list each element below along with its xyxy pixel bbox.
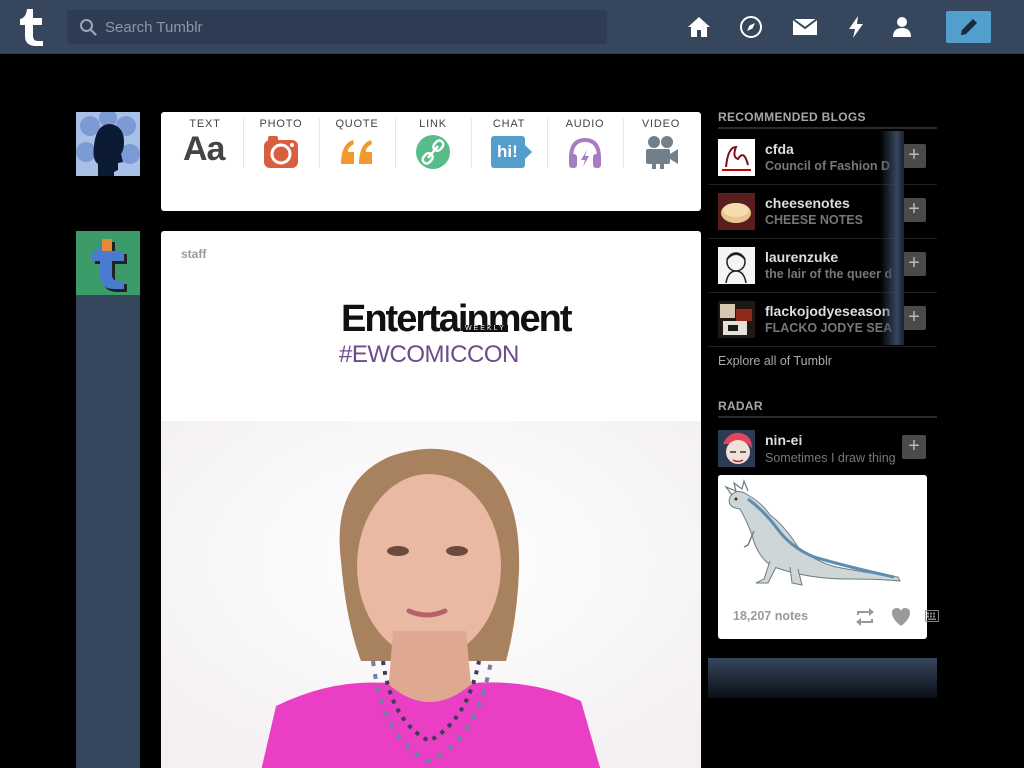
top-navigation-bar — [0, 0, 1024, 54]
radar-post-notes[interactable]: 18,207 notes — [733, 609, 808, 623]
radar-heading: RADAR — [718, 399, 937, 418]
activity-lightning-icon[interactable] — [843, 14, 869, 40]
post-type-video-button[interactable]: VIDEO — [623, 112, 699, 211]
search-input[interactable] — [105, 10, 595, 44]
blog-name[interactable]: laurenzuke — [765, 249, 838, 265]
post-type-photo-button[interactable]: PHOTO — [243, 112, 319, 211]
explore-all-link[interactable]: Explore all of Tumblr — [718, 354, 832, 368]
follow-blog-button[interactable]: + — [902, 198, 926, 222]
headphones-icon — [569, 137, 601, 168]
follow-blog-button[interactable]: + — [902, 306, 926, 330]
user-avatar[interactable] — [76, 112, 140, 176]
post-type-audio-button[interactable]: AUDIO — [547, 112, 623, 211]
blog-name[interactable]: flackojodyeseason — [765, 303, 890, 319]
post-type-chat-button[interactable]: CHAT hi! — [471, 112, 547, 211]
radar-post-card[interactable]: 18,207 notes — [718, 475, 927, 639]
radar-blog-row[interactable]: nin-ei Sometimes I draw thing + — [708, 428, 937, 470]
ew-hashtag: #EWCOMICCON — [339, 341, 519, 368]
post-author-name[interactable]: staff — [181, 247, 206, 261]
recommended-blogs-heading: RECOMMENDED BLOGS — [718, 110, 937, 129]
post-type-label: TEXT — [189, 118, 221, 130]
post-type-label: CHAT — [492, 118, 526, 130]
radar-blog-title: Sometimes I draw thing — [765, 451, 896, 465]
blog-name[interactable]: cheesenotes — [765, 195, 850, 211]
post-type-label: AUDIO — [565, 118, 605, 130]
post-type-text-button[interactable]: TEXT Aa — [167, 112, 243, 211]
follow-blog-button[interactable]: + — [902, 252, 926, 276]
explore-compass-icon[interactable] — [738, 14, 764, 40]
account-person-icon[interactable] — [889, 14, 915, 40]
dashboard-post: staff Entertainment WEEKLY #EWCOMICCON — [161, 231, 701, 768]
compose-post-button[interactable] — [946, 11, 991, 43]
search-icon — [80, 19, 97, 36]
inbox-mail-icon[interactable] — [792, 14, 818, 40]
follow-blog-button[interactable]: + — [902, 144, 926, 168]
search-box[interactable] — [67, 10, 607, 44]
video-camera-icon — [646, 136, 678, 169]
text-aa-icon: Aa — [183, 130, 225, 168]
follow-radar-blog-button[interactable]: + — [902, 435, 926, 459]
radar-blog-name[interactable]: nin-ei — [765, 432, 802, 448]
post-type-label: LINK — [419, 118, 447, 130]
pencil-icon — [960, 19, 977, 35]
like-heart-icon[interactable] — [890, 606, 912, 628]
staff-avatar-rail — [76, 295, 140, 768]
radar-blog-avatar[interactable] — [718, 430, 755, 467]
ew-weekly-text: WEEKLY — [463, 325, 508, 332]
post-photo-image[interactable] — [161, 421, 701, 768]
scroll-shadow — [880, 131, 904, 345]
tumblr-logo-icon[interactable] — [14, 6, 52, 48]
quote-icon — [341, 140, 372, 164]
post-type-label: QUOTE — [335, 118, 379, 130]
chat-bubble-icon: hi! — [491, 136, 532, 168]
link-icon — [416, 135, 450, 169]
keyboard-shortcuts-icon[interactable] — [925, 610, 939, 622]
camera-icon — [264, 136, 298, 168]
staff-avatar[interactable] — [76, 231, 140, 295]
ew-brand-text: Entertainment — [341, 298, 572, 340]
post-type-selector: TEXT Aa PHOTO QUOTE LINK CHAT hi! AUDIO … — [161, 112, 701, 211]
blog-name[interactable]: cfda — [765, 141, 794, 157]
chat-hi-text: hi! — [497, 142, 518, 161]
post-type-quote-button[interactable]: QUOTE — [319, 112, 395, 211]
blog-avatar-cheesenotes[interactable] — [718, 193, 755, 230]
post-type-label: VIDEO — [641, 118, 681, 130]
post-type-label: PHOTO — [259, 118, 303, 130]
blog-avatar-laurenzuke[interactable] — [718, 247, 755, 284]
post-type-link-button[interactable]: LINK — [395, 112, 471, 211]
radar-dinosaur-image[interactable] — [718, 475, 927, 595]
chat-tail-icon — [524, 144, 532, 160]
blog-avatar-flackojodyeseason[interactable] — [718, 301, 755, 338]
reblog-icon[interactable] — [854, 606, 876, 628]
blog-avatar-cfda[interactable] — [718, 139, 755, 176]
home-icon[interactable] — [686, 14, 712, 40]
radar-section-fade — [708, 658, 937, 698]
